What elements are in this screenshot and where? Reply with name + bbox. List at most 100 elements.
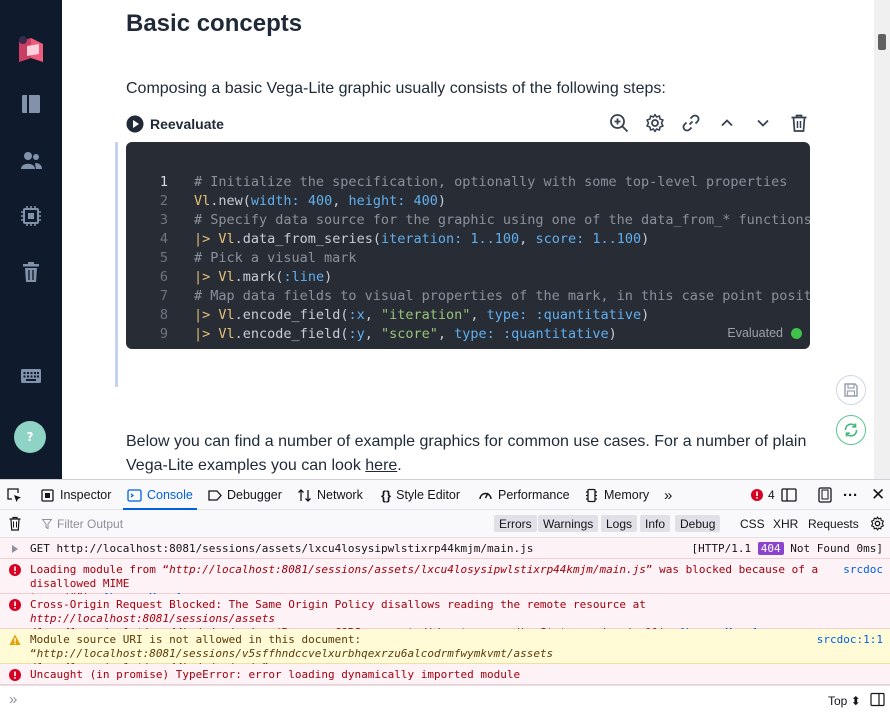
tab-console[interactable]: Console	[123, 480, 197, 510]
console-message-network[interactable]: GET http://localhost:8081/sessions/asset…	[0, 538, 890, 559]
tab-inspector[interactable]: Inspector	[40, 480, 111, 510]
code-editor[interactable]: 1 # Initialize the specification, optiona…	[126, 142, 810, 349]
help-button[interactable]: ?	[14, 421, 46, 453]
filter-info-toggle[interactable]: Info	[640, 515, 671, 532]
sidebar: ?	[0, 0, 62, 479]
console-message-error[interactable]: Cross-Origin Request Blocked: The Same O…	[0, 594, 890, 639]
livebook-app: ? Basic concepts Composing a basic Vega-…	[0, 0, 890, 479]
console-input[interactable]: » Top ⬍	[0, 685, 890, 714]
tab-performance[interactable]: Performance	[478, 480, 570, 510]
sidebar-item-runtime[interactable]	[16, 201, 46, 231]
filter-output-input[interactable]: Filter Output	[42, 517, 123, 531]
code-line: 7 # Map data fields to visual properties …	[126, 287, 810, 306]
close-devtools-button[interactable]: ✕	[871, 480, 885, 510]
trash-icon	[9, 516, 21, 531]
save-icon	[844, 383, 858, 397]
link-button[interactable]	[680, 112, 702, 134]
reevaluate-button[interactable]: Reevaluate	[126, 115, 224, 133]
keyboard-icon	[21, 369, 41, 383]
delete-cell-button[interactable]	[788, 112, 810, 134]
filter-logs-toggle[interactable]: Logs	[601, 515, 638, 532]
move-down-button[interactable]	[752, 112, 774, 134]
filter-errors-toggle[interactable]: Errors	[494, 515, 537, 532]
responsive-mode-button[interactable]	[818, 480, 832, 510]
split-console-button[interactable]	[781, 480, 797, 510]
move-up-button[interactable]	[716, 112, 738, 134]
link-icon	[682, 114, 700, 132]
error-count-badge[interactable]: 4	[751, 480, 775, 510]
cell-toolbar: Reevaluate	[126, 112, 810, 138]
filter-warnings-toggle[interactable]: Warnings	[538, 515, 599, 532]
line-number: 3	[159, 212, 168, 228]
debugger-icon	[208, 489, 222, 501]
message-source-link[interactable]: srcdoc	[843, 563, 883, 576]
console-settings-button[interactable]	[870, 516, 885, 536]
filter-debug-toggle[interactable]: Debug	[675, 515, 721, 532]
memory-icon	[586, 488, 597, 502]
chip-icon	[21, 206, 41, 226]
network-icon	[298, 488, 311, 502]
settings-button[interactable]	[644, 112, 666, 134]
cell-actions	[608, 112, 810, 134]
line-number: 7	[159, 288, 168, 304]
error-icon	[9, 564, 21, 576]
tab-memory[interactable]: Memory	[584, 480, 649, 510]
status-code-badge: 404	[757, 542, 784, 555]
chevron-up-icon	[721, 119, 733, 127]
line-number: 2	[159, 193, 168, 209]
vega-lite-examples-link[interactable]: here	[365, 457, 397, 474]
page-scrollbar[interactable]	[874, 0, 890, 479]
console-message-warning[interactable]: Module source URI is not allowed in this…	[0, 629, 890, 674]
close-icon: ✕	[871, 485, 886, 504]
filter-xhr-toggle[interactable]: XHR	[773, 517, 798, 531]
filter-funnel-icon	[42, 519, 52, 529]
outro-paragraph: Below you can find a number of example g…	[126, 433, 807, 474]
sidebar-item-users[interactable]	[16, 145, 46, 175]
tab-style-editor[interactable]: {} Style Editor	[381, 480, 460, 510]
error-icon	[9, 599, 21, 611]
tab-debugger[interactable]: Debugger	[207, 480, 282, 510]
braces-icon: {}	[381, 487, 392, 503]
page-scrollbar-thumb[interactable]	[878, 34, 886, 50]
console-message-error[interactable]: Loading module from “http://localhost:80…	[0, 559, 890, 604]
console-message-error[interactable]: Uncaught (in promise) TypeError: error l…	[0, 664, 890, 685]
tab-network[interactable]: Network	[297, 480, 363, 510]
clear-console-button[interactable]	[8, 516, 22, 536]
save-button[interactable]	[836, 375, 866, 405]
context-selector[interactable]: Top ⬍	[828, 694, 861, 708]
split-panel-icon	[781, 488, 797, 502]
filter-css-toggle[interactable]: CSS	[740, 517, 765, 531]
cell-focus-indicator	[115, 142, 118, 387]
evaluation-status: Evaluated	[727, 326, 802, 340]
sidebar-item-shortcuts[interactable]	[16, 361, 46, 391]
runtime-connected-button[interactable]	[836, 415, 866, 445]
code-line: 2 Vl.new(width: 400, height: 400)	[126, 192, 810, 211]
sidebar-toggle-icon	[870, 692, 885, 707]
expand-arrow-icon	[12, 545, 18, 553]
more-tabs-button[interactable]: »	[664, 480, 672, 510]
section-title: Basic concepts	[126, 10, 303, 37]
sidebar-item-bin[interactable]	[16, 257, 46, 287]
devtools-panel: Inspector Console Debugger Network {} St…	[0, 479, 890, 714]
line-number: 4	[159, 231, 168, 247]
code-line: 1 # Initialize the specification, optiona…	[126, 173, 810, 192]
responsive-design-icon	[818, 487, 832, 503]
trash-icon	[23, 262, 39, 282]
question-mark-icon: ?	[26, 430, 34, 444]
code-line: 3 # Specify data source for the graphic u…	[126, 211, 810, 230]
editor-mode-button[interactable]	[870, 692, 885, 712]
refresh-icon	[844, 423, 858, 437]
intro-paragraph: Composing a basic Vega-Lite graphic usua…	[126, 80, 666, 97]
message-source-link[interactable]: srcdoc:1:1	[817, 633, 883, 646]
users-icon	[21, 152, 42, 169]
filter-requests-toggle[interactable]: Requests	[808, 517, 859, 531]
devtools-menu-button[interactable]: ···	[843, 480, 858, 510]
zoom-button[interactable]	[608, 112, 630, 134]
line-number: 8	[159, 307, 168, 323]
livebook-logo[interactable]	[12, 31, 48, 67]
code-line: 6 |> Vl.mark(:line)	[126, 268, 810, 287]
sidebar-item-sections[interactable]	[16, 89, 46, 119]
warning-icon	[9, 634, 21, 645]
status-dot-icon	[791, 327, 802, 339]
element-picker-button[interactable]	[6, 480, 22, 510]
